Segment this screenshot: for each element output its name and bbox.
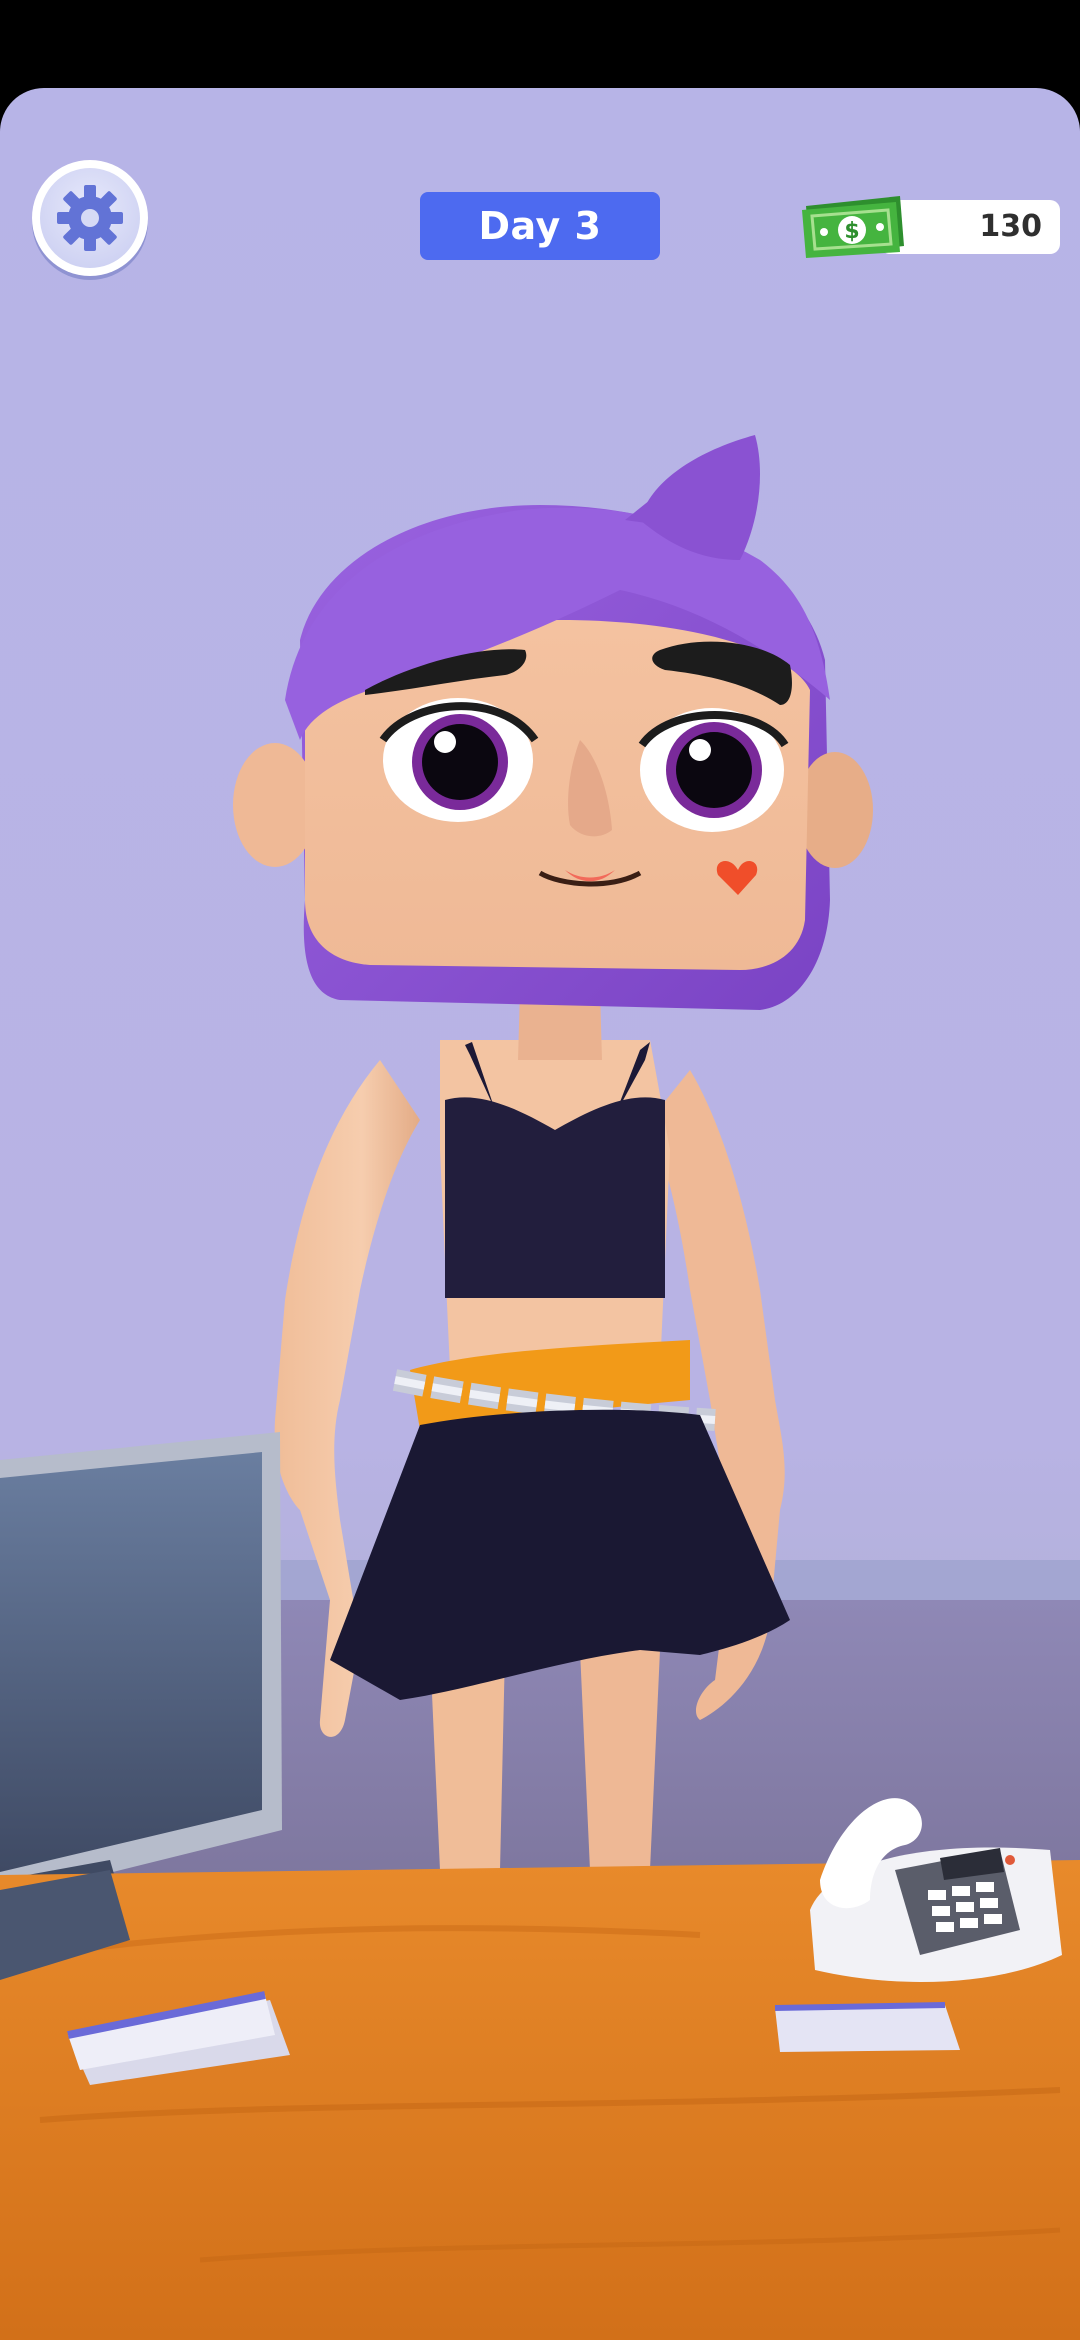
day-counter: Day 3 <box>420 192 660 260</box>
settings-button[interactable] <box>32 160 148 276</box>
character-head <box>233 435 873 1010</box>
game-scene <box>0 435 1080 2340</box>
money-counter: 130 $ <box>800 194 1062 258</box>
money-value: 130 <box>979 209 1042 244</box>
gear-icon <box>57 185 123 251</box>
game-screen: Day 3 130 $ <box>0 88 1080 2340</box>
svg-text:$: $ <box>844 219 859 244</box>
cash-bill-icon: $ <box>802 196 904 258</box>
